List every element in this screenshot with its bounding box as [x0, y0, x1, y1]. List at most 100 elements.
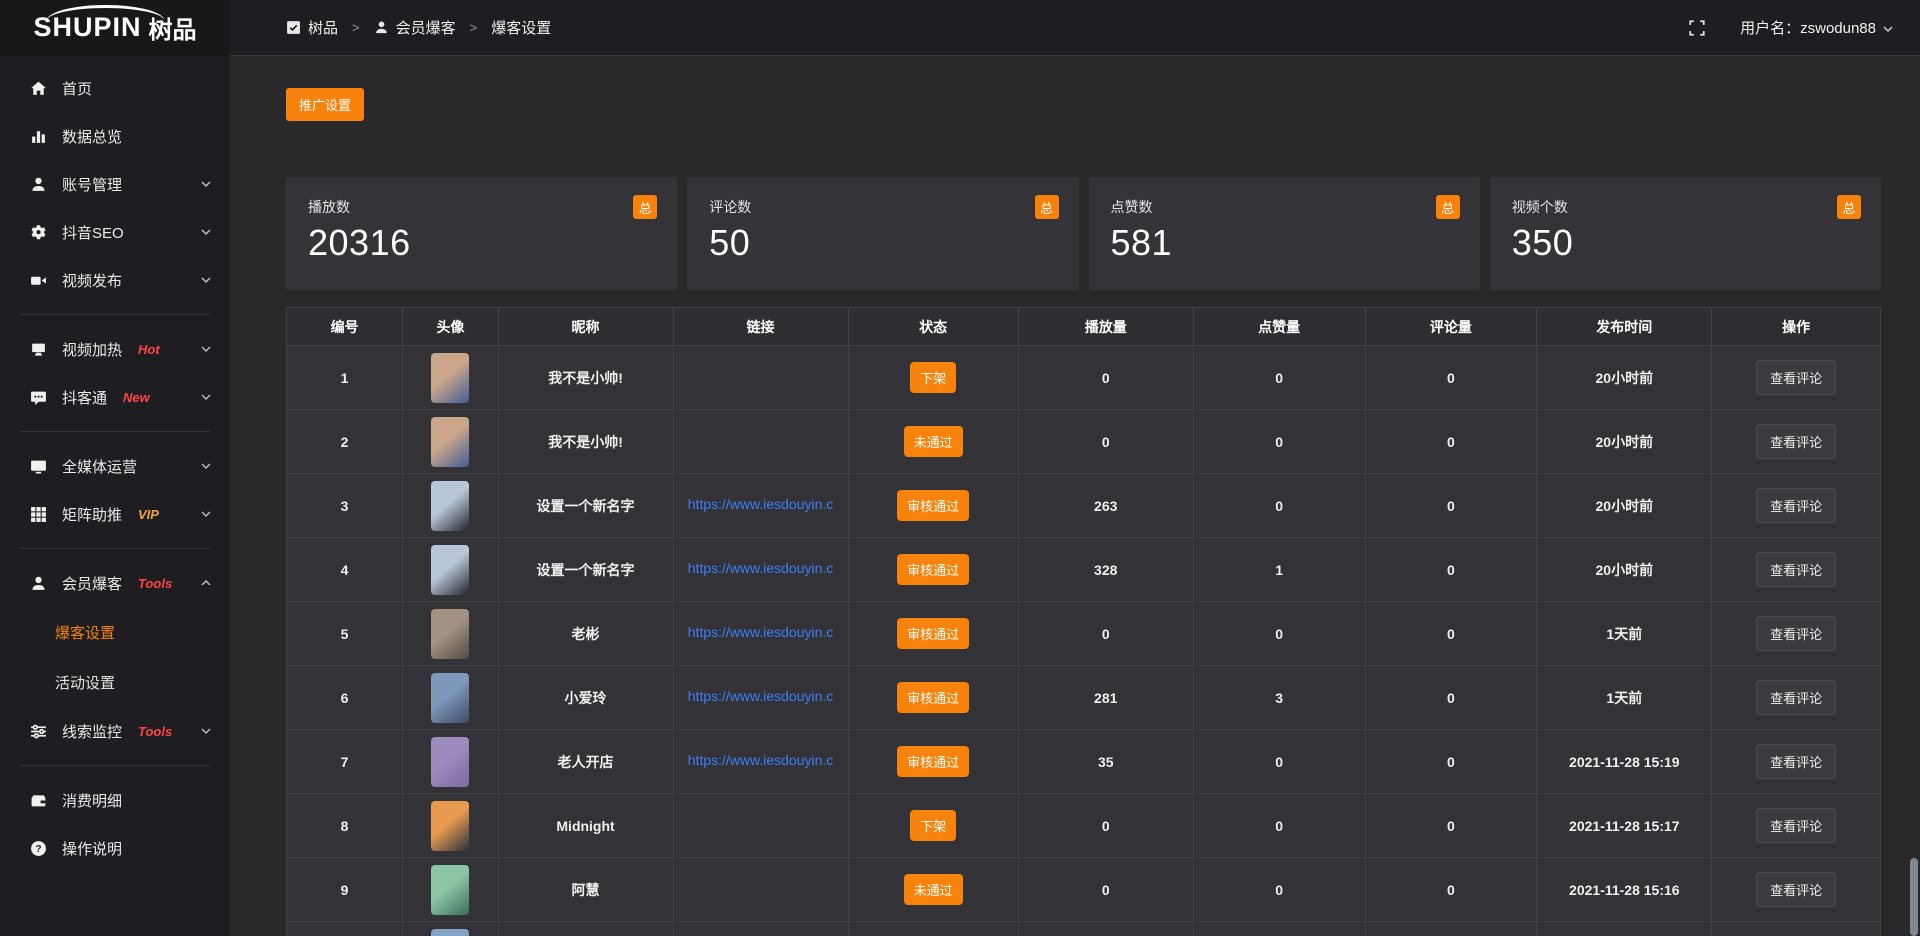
- plays-count: 0: [1018, 794, 1193, 858]
- view-comments-button[interactable]: 查看评论: [1756, 680, 1836, 715]
- sidebar-item-member-baoke[interactable]: 会员爆客Tools: [0, 559, 230, 607]
- sidebar-item-data-overview[interactable]: 数据总览: [0, 112, 230, 160]
- sidebar-item-label: 会员爆客: [62, 573, 122, 594]
- table-header-cell: 操作: [1712, 308, 1881, 346]
- home-icon: [30, 80, 47, 97]
- view-comments-button[interactable]: 查看评论: [1756, 744, 1836, 779]
- sidebar-item-label: 抖客通: [62, 387, 107, 408]
- table-header-cell: 发布时间: [1537, 308, 1712, 346]
- sidebar-subitem-activity-settings[interactable]: 活动设置: [0, 657, 230, 707]
- likes-count: 0: [1193, 730, 1365, 794]
- table-header-cell: 头像: [403, 308, 498, 346]
- sidebar-item-home[interactable]: 首页: [0, 64, 230, 112]
- status-badge: 审核通过: [897, 682, 969, 713]
- status-cell: 未通过: [848, 410, 1018, 474]
- plays-count: 0: [1102, 370, 1110, 386]
- status-cell: 未通过: [848, 858, 1018, 922]
- sidebar-item-matrix-boost[interactable]: 矩阵助推VIP: [0, 490, 230, 538]
- table-header-cell: 状态: [848, 308, 1018, 346]
- sidebar-divider: [20, 431, 210, 432]
- table-row: 6小爱玲https://www.iesdouyin.c审核通过281301天前查…: [287, 666, 1881, 730]
- view-comments-button[interactable]: 查看评论: [1756, 424, 1836, 459]
- video-link[interactable]: https://www.iesdouyin.c: [688, 624, 834, 640]
- likes-count: 0: [1275, 882, 1283, 898]
- breadcrumb-label: 树品: [308, 17, 338, 38]
- plays-count: 281: [1094, 690, 1117, 706]
- view-comments-button[interactable]: 查看评论: [1756, 360, 1836, 395]
- comments-count: 0: [1447, 562, 1455, 578]
- plays-count: 0: [1102, 434, 1110, 450]
- sidebar-item-clue-monitor[interactable]: 线索监控Tools: [0, 707, 230, 755]
- nickname: 我不是小帅!: [498, 346, 673, 410]
- user-menu[interactable]: 用户名：zswodun88: [1740, 17, 1894, 38]
- sidebar-subitem-label: 活动设置: [55, 672, 115, 693]
- table-row: 8Midnight下架0002021-11-28 15:17查看评论: [287, 794, 1881, 858]
- sidebar-item-label: 抖音SEO: [62, 222, 124, 243]
- actions-cell: [1712, 922, 1881, 936]
- status-badge: 下架: [910, 362, 956, 393]
- row-id: 7: [341, 754, 349, 770]
- nickname: 小爱玲: [565, 690, 607, 706]
- sidebar-item-operation-guide[interactable]: ?操作说明: [0, 824, 230, 872]
- link-cell: [673, 794, 848, 858]
- publish-time: 20小时前: [1596, 434, 1654, 450]
- view-comments-button[interactable]: 查看评论: [1756, 552, 1836, 587]
- breadcrumb-item[interactable]: 树品: [286, 17, 338, 38]
- sidebar-subitem-baoke-settings[interactable]: 爆客设置: [0, 607, 230, 657]
- table-row: 4设置一个新名字https://www.iesdouyin.c审核通过32810…: [287, 538, 1881, 602]
- sidebar-item-video-heat[interactable]: 视频加热Hot: [0, 325, 230, 373]
- avatar-cell: [403, 858, 498, 922]
- promo-settings-button[interactable]: 推广设置: [286, 88, 364, 121]
- table-header-cell: 链接: [673, 308, 848, 346]
- sidebar-item-media-operation[interactable]: 全媒体运营: [0, 442, 230, 490]
- sidebar-item-video-publish[interactable]: 视频发布: [0, 256, 230, 304]
- breadcrumb-item[interactable]: 会员爆客: [374, 17, 456, 38]
- link-cell: [673, 346, 848, 410]
- sidebar-item-account-manage[interactable]: 账号管理: [0, 160, 230, 208]
- fullscreen-icon[interactable]: [1688, 19, 1706, 37]
- view-comments-button[interactable]: 查看评论: [1756, 616, 1836, 651]
- scrollbar-thumb[interactable]: [1910, 858, 1918, 936]
- nickname: 我不是小帅!: [548, 370, 623, 386]
- likes-count: 0: [1193, 602, 1365, 666]
- status-badge: 下架: [910, 810, 956, 841]
- video-link[interactable]: https://www.iesdouyin.c: [688, 560, 834, 576]
- video-link[interactable]: https://www.iesdouyin.c: [688, 752, 834, 768]
- row-id: 8: [341, 818, 349, 834]
- sidebar-subitem-label: 爆客设置: [55, 622, 115, 643]
- table-header-cell: 编号: [287, 308, 403, 346]
- sidebar-item-consume-detail[interactable]: 消费明细: [0, 776, 230, 824]
- plays-count: 281: [1018, 666, 1193, 730]
- row-id: 1: [287, 346, 403, 410]
- gear-icon: [30, 224, 47, 241]
- table-header-cell: 点赞量: [1193, 308, 1365, 346]
- video-link[interactable]: https://www.iesdouyin.c: [688, 688, 834, 704]
- avatar: [431, 865, 469, 915]
- table-row: 7老人开店https://www.iesdouyin.c审核通过35002021…: [287, 730, 1881, 794]
- plays-count: 328: [1094, 562, 1117, 578]
- status-cell: 审核通过: [848, 474, 1018, 538]
- row-id: 6: [287, 666, 403, 730]
- avatar: [431, 801, 469, 851]
- stat-label: 视频个数: [1512, 197, 1859, 217]
- status-badge: 未通过: [904, 426, 963, 457]
- view-comments-button[interactable]: 查看评论: [1756, 808, 1836, 843]
- view-comments-button[interactable]: 查看评论: [1756, 488, 1836, 523]
- chevron-up-icon: [200, 577, 212, 589]
- monitor-icon: [30, 458, 47, 475]
- likes-count: 0: [1275, 818, 1283, 834]
- likes-count: 0: [1193, 474, 1365, 538]
- likes-count: 0: [1275, 754, 1283, 770]
- plays-count: 263: [1094, 498, 1117, 514]
- sidebar-item-label: 数据总览: [62, 126, 122, 147]
- app-icon: [286, 20, 301, 35]
- sidebar-item-douketong[interactable]: 抖客通New: [0, 373, 230, 421]
- stat-total-badge: 总: [1035, 195, 1059, 219]
- comments-count: 0: [1447, 370, 1455, 386]
- stat-value: 350: [1512, 222, 1859, 264]
- video-link[interactable]: https://www.iesdouyin.c: [688, 496, 834, 512]
- sidebar-item-douyin-seo[interactable]: 抖音SEO: [0, 208, 230, 256]
- view-comments-button[interactable]: 查看评论: [1756, 872, 1836, 907]
- link-cell: https://www.iesdouyin.c: [673, 666, 848, 730]
- app-logo[interactable]: SHUPIN 树品: [0, 0, 230, 56]
